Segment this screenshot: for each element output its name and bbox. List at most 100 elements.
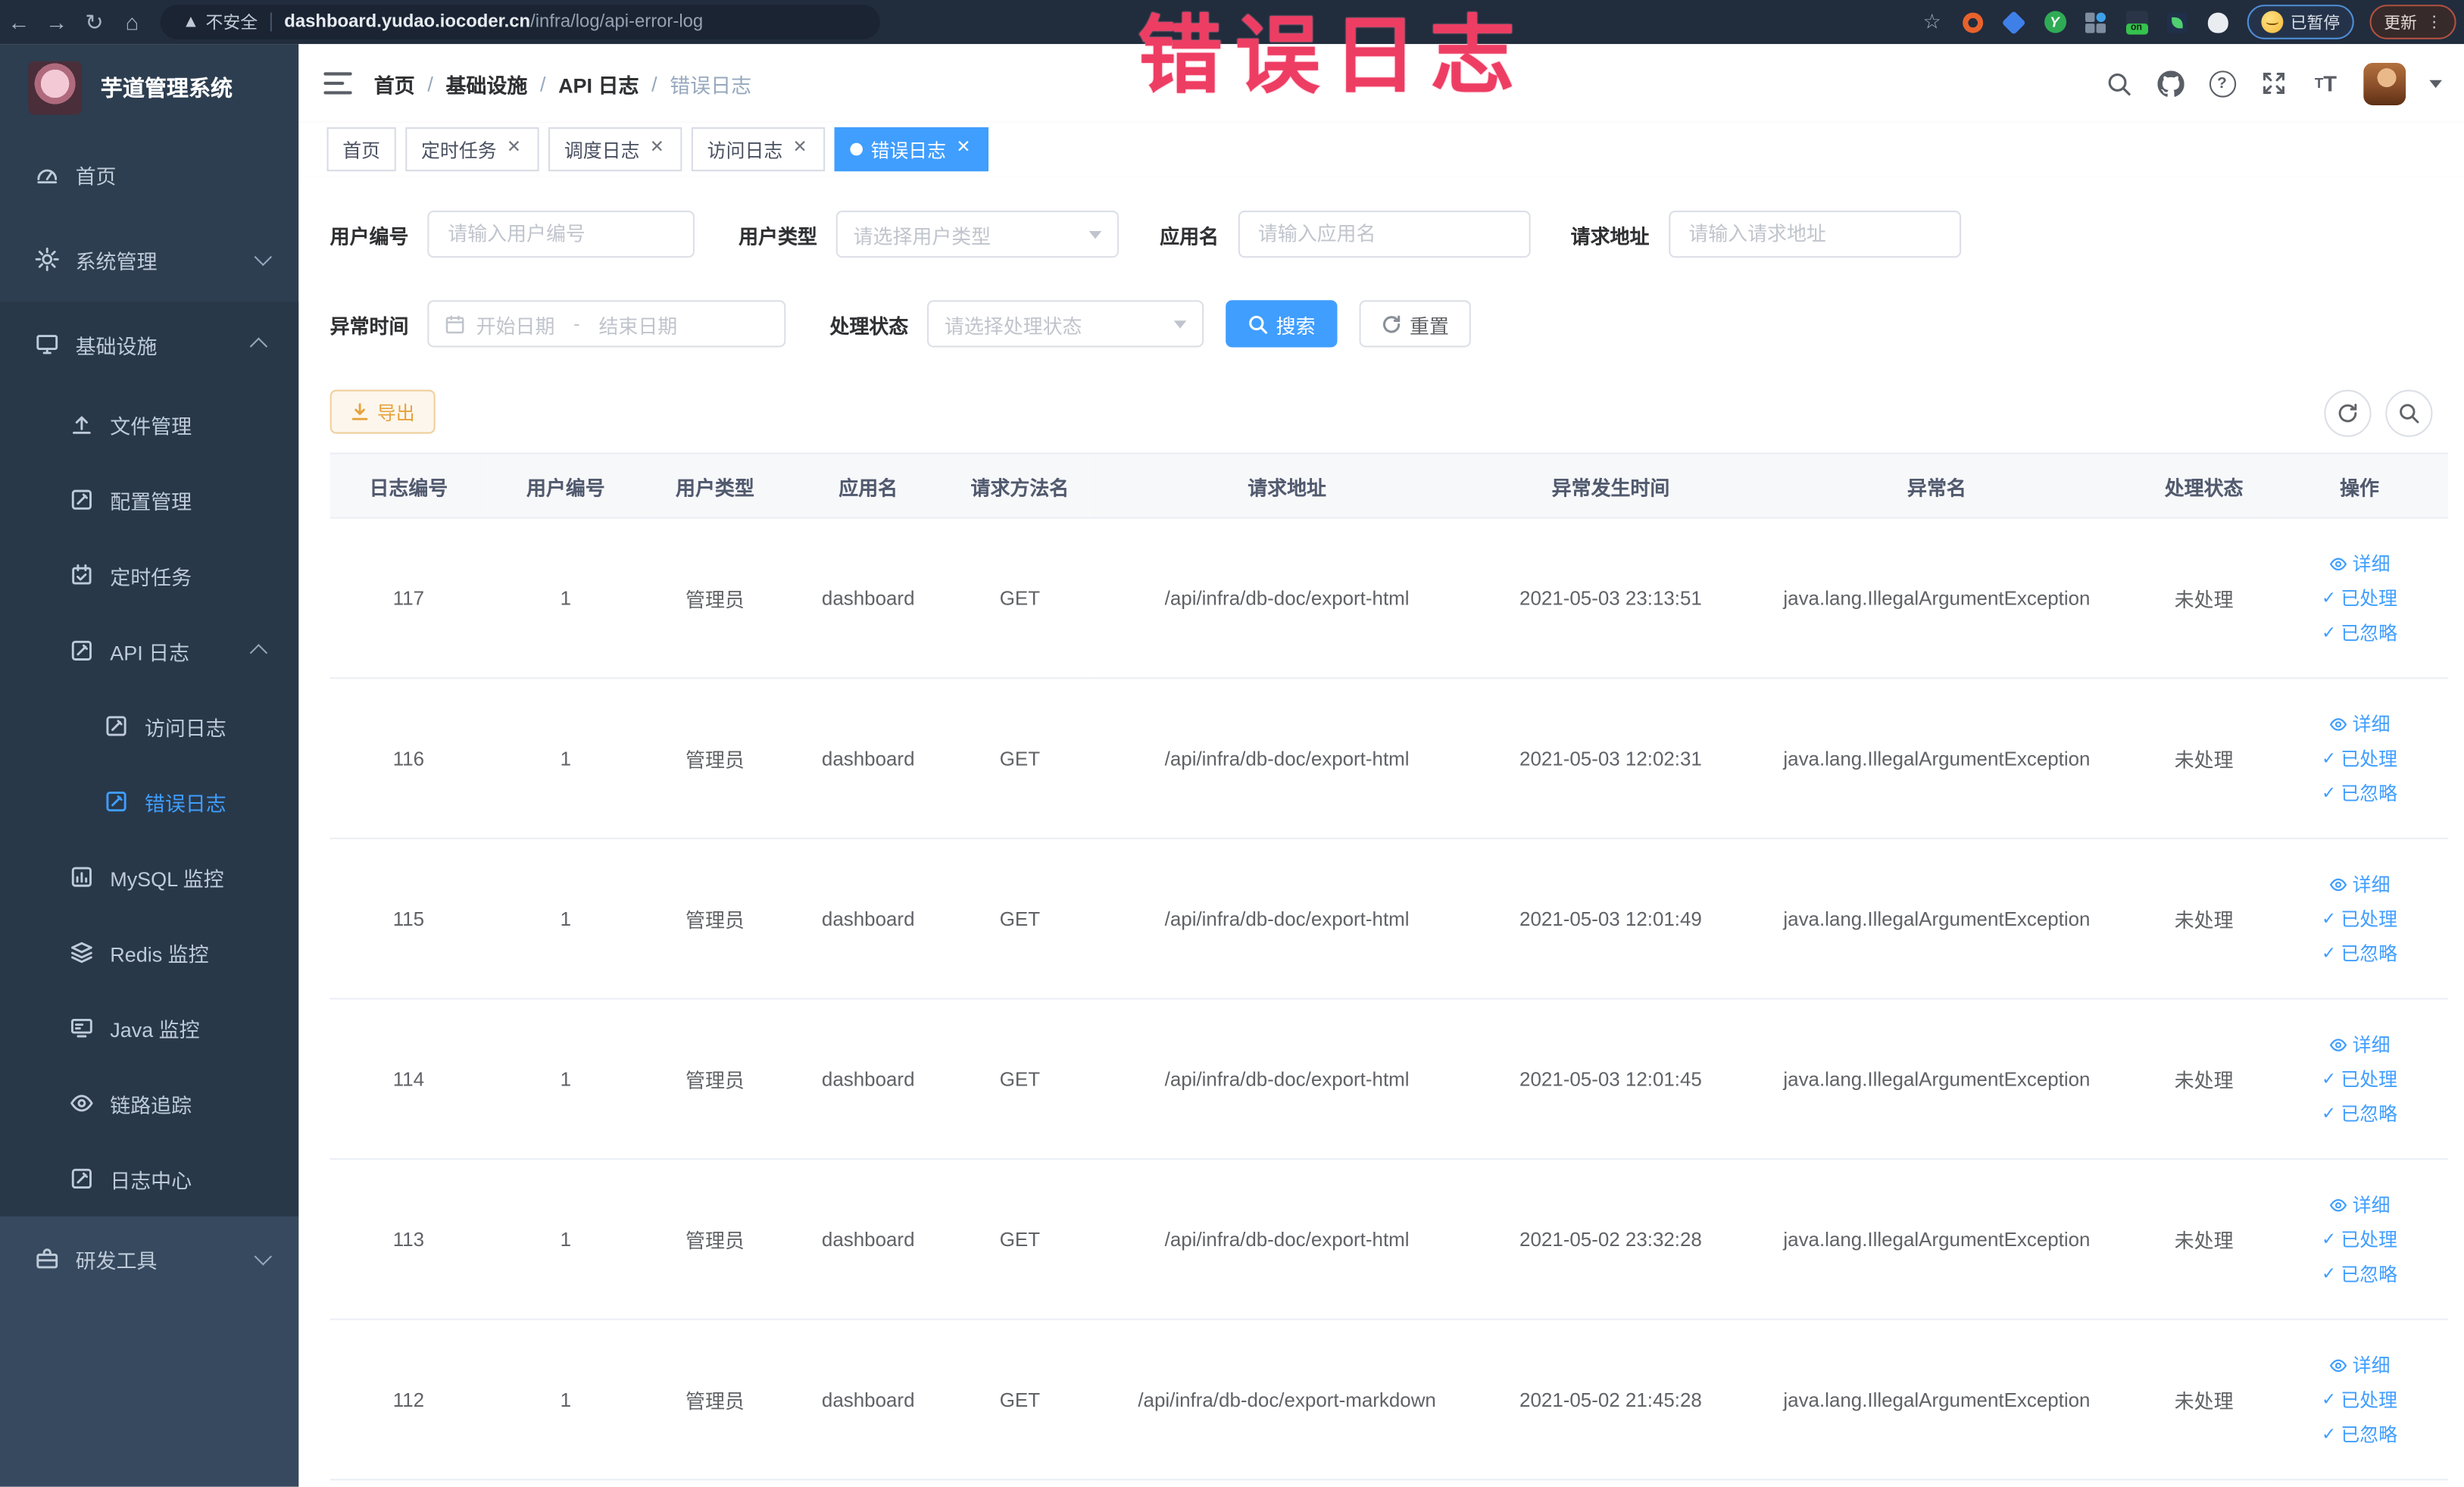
sidebar-item-config-management[interactable]: 配置管理 bbox=[0, 462, 298, 538]
extension-grid-icon[interactable] bbox=[2083, 9, 2108, 34]
address-bar[interactable]: ▲ 不安全 dashboard.yudao.iocoder.cn /infra/… bbox=[160, 5, 880, 39]
tab-error-log[interactable]: 错误日志 ✕ bbox=[834, 127, 989, 172]
sidebar-item-api-log[interactable]: API 日志 bbox=[0, 613, 298, 689]
user-type-select[interactable]: 请选择用户类型 bbox=[835, 210, 1120, 258]
app-logo[interactable]: 芋道管理系统 bbox=[0, 44, 298, 132]
close-icon[interactable]: ✕ bbox=[648, 139, 667, 159]
mark-processed-link[interactable]: ✓ 已处理 bbox=[2322, 1066, 2397, 1092]
detail-link[interactable]: 详细 bbox=[2329, 1192, 2390, 1218]
refresh-icon bbox=[1383, 314, 1401, 333]
search-icon[interactable] bbox=[2104, 69, 2132, 97]
breadcrumb-api-log[interactable]: API 日志 bbox=[558, 68, 639, 98]
sidebar-item-dev-tools[interactable]: 研发工具 bbox=[0, 1217, 298, 1301]
extension-green-icon[interactable]: Y bbox=[2042, 9, 2067, 34]
avatar-caret-icon[interactable] bbox=[2429, 79, 2442, 88]
sidebar-item-redis-monitor[interactable]: Redis 监控 bbox=[0, 914, 298, 990]
fullscreen-icon[interactable] bbox=[2259, 69, 2288, 97]
extension-switch-icon[interactable]: on bbox=[2124, 9, 2149, 35]
sidebar-item-error-log[interactable]: 错误日志 bbox=[0, 764, 298, 839]
col-exception-time: 异常发生时间 bbox=[1485, 453, 1737, 519]
tab-schedule-log[interactable]: 调度日志 ✕ bbox=[548, 127, 682, 172]
cell-url: /api/infra/db-doc/export-html bbox=[1088, 517, 1485, 679]
font-size-icon[interactable]: TT bbox=[2312, 69, 2340, 97]
tab-scheduled-tasks[interactable]: 定时任务 ✕ bbox=[405, 127, 539, 172]
user-id-field[interactable] bbox=[445, 221, 678, 247]
sidebar-item-label: 基础设施 bbox=[75, 333, 158, 358]
app-name-field[interactable] bbox=[1254, 221, 1513, 247]
sidebar-item-label: API 日志 bbox=[110, 640, 190, 664]
breadcrumb-home[interactable]: 首页 bbox=[374, 68, 415, 98]
sidebar-item-java-monitor[interactable]: Java 监控 bbox=[0, 990, 298, 1066]
forward-icon[interactable]: → bbox=[38, 9, 76, 34]
sidebar-item-label: 错误日志 bbox=[144, 791, 226, 815]
request-url-input[interactable] bbox=[1668, 210, 1961, 258]
detail-link[interactable]: 详细 bbox=[2329, 711, 2390, 737]
ignored-label: 已忽略 bbox=[2341, 1263, 2398, 1286]
mark-processed-link[interactable]: ✓ 已处理 bbox=[2322, 905, 2397, 932]
extension-paw-icon[interactable] bbox=[2206, 9, 2231, 34]
profile-paused-badge[interactable]: 已暂停 bbox=[2246, 5, 2354, 39]
sidebar-item-trace[interactable]: 链路追踪 bbox=[0, 1066, 298, 1142]
sidebar-item-mysql-monitor[interactable]: MySQL 监控 bbox=[0, 839, 298, 915]
mark-ignored-link[interactable]: ✓ 已忽略 bbox=[2322, 1420, 2397, 1447]
detail-link[interactable]: 详细 bbox=[2329, 870, 2390, 897]
export-button[interactable]: 导出 bbox=[329, 389, 436, 434]
sidebar-item-home[interactable]: 首页 bbox=[0, 132, 298, 217]
tab-access-log[interactable]: 访问日志 ✕ bbox=[691, 127, 826, 172]
reset-button[interactable]: 重置 bbox=[1359, 300, 1471, 348]
detail-link[interactable]: 详细 bbox=[2329, 1351, 2390, 1378]
mark-ignored-link[interactable]: ✓ 已忽略 bbox=[2322, 940, 2397, 967]
user-id-input[interactable] bbox=[427, 210, 695, 258]
kebab-menu-icon[interactable]: ⋮ bbox=[2426, 14, 2442, 31]
chrome-update-button[interactable]: 更新 ⋮ bbox=[2369, 5, 2456, 39]
sidebar-item-infrastructure[interactable]: 基础设施 bbox=[0, 301, 298, 386]
user-avatar[interactable] bbox=[2363, 61, 2406, 105]
sidebar-item-system-management[interactable]: 系统管理 bbox=[0, 217, 298, 301]
request-url-field[interactable] bbox=[1685, 221, 1944, 247]
mark-ignored-link[interactable]: ✓ 已忽略 bbox=[2322, 1100, 2397, 1126]
close-icon[interactable]: ✕ bbox=[954, 139, 973, 159]
cell-app: dashboard bbox=[785, 1319, 951, 1481]
mark-ignored-link[interactable]: ✓ 已忽略 bbox=[2322, 779, 2397, 806]
tab-label: 错误日志 bbox=[870, 139, 947, 161]
exception-time-range-picker[interactable]: 开始日期 - 结束日期 bbox=[427, 300, 786, 348]
tab-home[interactable]: 首页 bbox=[326, 127, 396, 172]
calendar-icon bbox=[445, 314, 465, 334]
process-status-select[interactable]: 请选择处理状态 bbox=[927, 300, 1204, 348]
reload-icon[interactable]: ↻ bbox=[76, 8, 114, 35]
col-app-name: 应用名 bbox=[785, 453, 951, 519]
refresh-circle-button[interactable] bbox=[2324, 389, 2372, 437]
sidebar-item-scheduled-tasks[interactable]: 定时任务 bbox=[0, 538, 298, 614]
mark-ignored-link[interactable]: ✓ 已忽略 bbox=[2322, 1261, 2397, 1287]
mark-processed-link[interactable]: ✓ 已处理 bbox=[2322, 585, 2397, 611]
extension-shield-icon[interactable] bbox=[2001, 9, 2026, 35]
sidebar-item-log-center[interactable]: 日志中心 bbox=[0, 1141, 298, 1217]
mark-ignored-link[interactable]: ✓ 已忽略 bbox=[2322, 619, 2397, 645]
search-button[interactable]: 搜索 bbox=[1226, 300, 1338, 348]
help-icon[interactable]: ? bbox=[2208, 69, 2236, 97]
cell-url: /api/infra/db-doc/export-html bbox=[1088, 678, 1485, 839]
close-icon[interactable]: ✕ bbox=[791, 139, 810, 159]
chart-icon bbox=[69, 864, 94, 889]
mark-processed-link[interactable]: ✓ 已处理 bbox=[2322, 745, 2397, 771]
mark-processed-link[interactable]: ✓ 已处理 bbox=[2322, 1226, 2397, 1252]
back-icon[interactable]: ← bbox=[0, 9, 38, 34]
github-icon[interactable] bbox=[2156, 69, 2184, 97]
url-domain: dashboard.yudao.iocoder.cn bbox=[284, 12, 531, 32]
home-icon[interactable]: ⌂ bbox=[113, 9, 151, 34]
close-icon[interactable]: ✕ bbox=[504, 139, 523, 159]
sidebar-item-label: MySQL 监控 bbox=[110, 867, 224, 891]
sidebar-item-file-management[interactable]: 文件管理 bbox=[0, 386, 298, 462]
hamburger-icon[interactable] bbox=[323, 72, 352, 95]
col-exception-name: 异常名 bbox=[1736, 453, 2138, 519]
mark-processed-link[interactable]: ✓ 已处理 bbox=[2322, 1386, 2397, 1413]
breadcrumb-infrastructure[interactable]: 基础设施 bbox=[445, 68, 527, 98]
search-toggle-button[interactable] bbox=[2385, 389, 2433, 437]
detail-link[interactable]: 详细 bbox=[2329, 1031, 2390, 1057]
detail-link[interactable]: 详细 bbox=[2329, 550, 2390, 576]
sidebar-item-access-log[interactable]: 访问日志 bbox=[0, 689, 298, 764]
extension-leaf-icon[interactable] bbox=[2165, 9, 2190, 34]
extension-orange-icon[interactable] bbox=[1960, 9, 1985, 34]
app-name-input[interactable] bbox=[1237, 210, 1530, 258]
bookmark-star-icon[interactable]: ☆ bbox=[1919, 9, 1944, 34]
